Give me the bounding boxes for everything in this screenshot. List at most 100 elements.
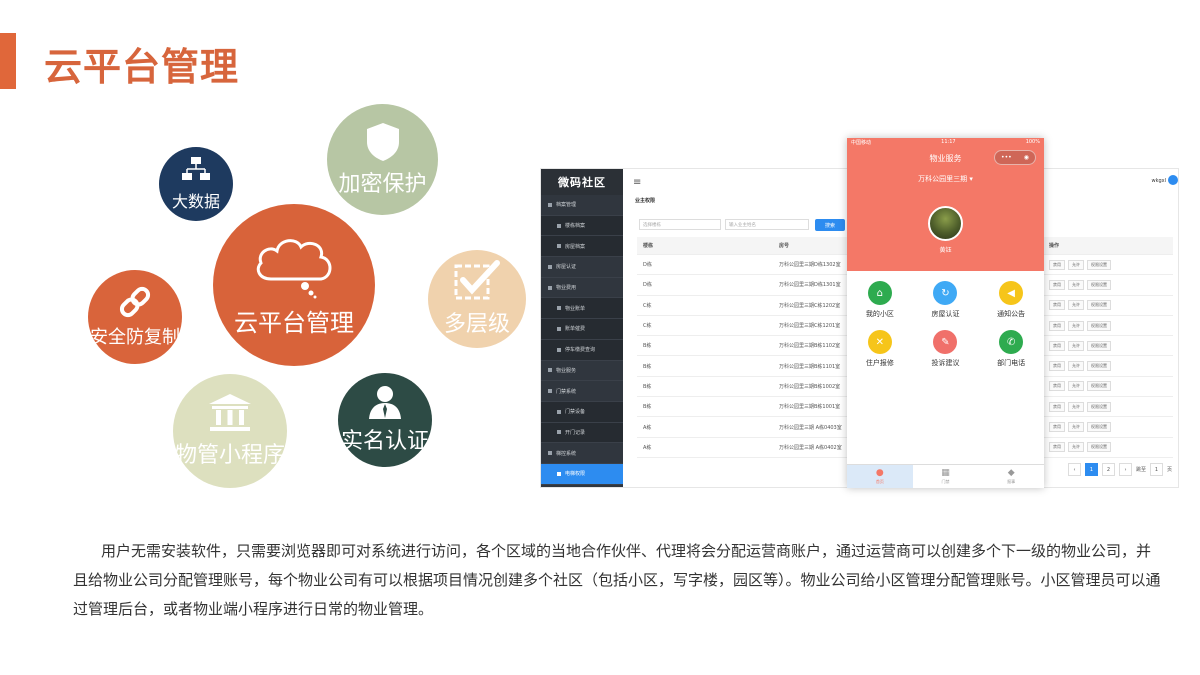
sidebar-item-label: 电梯权限: [565, 471, 586, 478]
drop-icon: ◆: [1007, 468, 1015, 478]
col-actions: 操作: [1049, 243, 1060, 249]
row-action-button[interactable]: 禁用: [1049, 340, 1065, 351]
row-action-button[interactable]: 禁用: [1049, 401, 1065, 412]
sidebar-item[interactable]: 开门记录: [541, 422, 623, 444]
bank-building-icon: [208, 393, 252, 437]
row-action-button[interactable]: 禁用: [1049, 259, 1065, 270]
service-item[interactable]: ✕ 住户报修: [847, 330, 913, 368]
sidebar-item-label: 房屋档案: [565, 243, 586, 250]
row-action-button[interactable]: 权限设置: [1087, 442, 1111, 453]
row-action-button[interactable]: 权限设置: [1087, 259, 1111, 270]
row-action-button[interactable]: 禁用: [1049, 361, 1065, 372]
row-action-button[interactable]: 权限设置: [1087, 401, 1111, 412]
circle-miniapp: 物管小程序: [173, 374, 287, 488]
home-icon: ⌂: [867, 281, 892, 305]
service-item[interactable]: ⌂ 我的小区: [847, 281, 913, 319]
row-action-button[interactable]: 允许: [1068, 320, 1084, 331]
row-action-button[interactable]: 允许: [1068, 361, 1084, 372]
community-selector[interactable]: 万科公园里三期 ▾: [847, 174, 1044, 184]
page-2-button[interactable]: 2: [1101, 463, 1115, 476]
goto-label: 跳至: [1135, 467, 1146, 473]
row-action-button[interactable]: 禁用: [1049, 320, 1065, 331]
page-1-button[interactable]: 1: [1084, 463, 1098, 476]
row-action-button[interactable]: 允许: [1068, 422, 1084, 433]
service-item[interactable]: ✎ 投诉建议: [913, 330, 979, 368]
carrier: 中国移动: [851, 140, 872, 146]
cell-building: C栋: [643, 323, 652, 330]
row-action-button[interactable]: 权限设置: [1087, 340, 1111, 351]
folder-icon: [557, 306, 561, 311]
circle-cloud: 云平台管理: [213, 204, 375, 366]
user-circle-icon: ●: [875, 468, 884, 478]
next-page-button[interactable]: ›: [1118, 463, 1132, 476]
row-action-button[interactable]: 禁用: [1049, 279, 1065, 290]
row-action-button[interactable]: 禁用: [1049, 381, 1065, 392]
sidebar-item-label: 物业账单: [565, 305, 586, 312]
row-action-button[interactable]: 权限设置: [1087, 422, 1111, 433]
avatar[interactable]: [1168, 175, 1178, 185]
more-icon[interactable]: •••: [1001, 154, 1012, 161]
sidebar-item[interactable]: 物业服务: [541, 361, 623, 382]
sidebar-item[interactable]: 物业费用: [541, 278, 623, 299]
row-action-button[interactable]: 允许: [1068, 340, 1084, 351]
row-action-button[interactable]: 禁用: [1049, 300, 1065, 311]
sidebar-item[interactable]: 楼栋档案: [541, 215, 623, 237]
row-action-button[interactable]: 禁用: [1049, 442, 1065, 453]
service-item[interactable]: ↻ 房屋认证: [913, 281, 979, 319]
sidebar-item[interactable]: 账单催费: [541, 319, 623, 340]
sidebar-item[interactable]: 门禁系统: [541, 381, 623, 402]
capsule-menu[interactable]: ••• ◉: [994, 150, 1036, 165]
sidebar-item[interactable]: 物业账单: [541, 298, 623, 320]
service-item[interactable]: ◀ 通知公告: [978, 281, 1044, 319]
sidebar-item-label: 账单催费: [565, 326, 586, 333]
row-action-button[interactable]: 允许: [1068, 300, 1084, 311]
tab-label: 报事: [1007, 479, 1016, 484]
row-action-button[interactable]: 允许: [1068, 279, 1084, 290]
row-action-button[interactable]: 允许: [1068, 442, 1084, 453]
service-grid: ⌂ 我的小区 ↻ 房屋认证 ◀ 通知公告 ✕ 住户报修 ✎ 投诉建议 ✆ 部门电话: [847, 281, 1044, 368]
row-action-button[interactable]: 允许: [1068, 381, 1084, 392]
clock: 11:17: [941, 139, 956, 145]
row-action-button[interactable]: 权限设置: [1087, 300, 1111, 311]
circle-multilevel-label: 多层级: [443, 312, 510, 337]
prev-page-button[interactable]: ‹: [1067, 463, 1081, 476]
row-action-button[interactable]: 权限设置: [1087, 320, 1111, 331]
sidebar-item-label: 梯控系统: [556, 450, 577, 457]
sidebar-item[interactable]: 电梯权限: [541, 463, 623, 485]
close-target-icon[interactable]: ◉: [1024, 154, 1029, 161]
row-action-button[interactable]: 权限设置: [1087, 381, 1111, 392]
row-action-button[interactable]: 权限设置: [1087, 279, 1111, 290]
shield-icon: [365, 122, 401, 166]
sidebar-item[interactable]: 停车缴费查询: [541, 339, 623, 361]
sidebar-item[interactable]: 档案管理: [541, 195, 623, 216]
circle-multilevel: 多层级: [428, 250, 526, 348]
circle-realname-label: 实名认证: [340, 429, 429, 454]
circle-bigdata-label: 大数据: [171, 192, 220, 211]
sidebar-item[interactable]: 梯控系统: [541, 443, 623, 464]
tab-item[interactable]: ● 首页: [847, 465, 913, 488]
avatar[interactable]: [928, 206, 963, 241]
row-action-button[interactable]: 允许: [1068, 401, 1084, 412]
phone-header: 中国移动 11:17 100% 物业服务 ••• ◉ 万科公园里三期 ▾ 黄钰: [847, 138, 1044, 271]
row-action-button[interactable]: 禁用: [1049, 422, 1065, 433]
building-select[interactable]: 选择楼栋: [639, 219, 721, 230]
owner-name-input[interactable]: 输入业主姓名: [725, 219, 809, 230]
row-action-button[interactable]: 允许: [1068, 259, 1084, 270]
circle-miniapp-label: 物管小程序: [174, 443, 285, 468]
sidebar-item[interactable]: 房屋认证: [541, 257, 623, 278]
folder-icon: [557, 409, 561, 414]
sidebar-item-label: 门禁系统: [556, 388, 577, 395]
admin-user-name[interactable]: wkgxl: [1151, 178, 1166, 184]
sidebar-item[interactable]: 房屋档案: [541, 236, 623, 258]
cell-actions: 禁用 允许 权限设置: [1049, 340, 1173, 351]
tab-item[interactable]: ▦ 门禁: [913, 465, 979, 488]
row-action-button[interactable]: 权限设置: [1087, 361, 1111, 372]
tab-item[interactable]: ◆ 报事: [978, 465, 1044, 488]
hamburger-menu-icon[interactable]: ≡: [633, 177, 641, 188]
service-item[interactable]: ✆ 部门电话: [978, 330, 1044, 368]
sidebar-item-label: 楼栋档案: [565, 223, 586, 230]
search-button[interactable]: 搜索: [815, 219, 845, 231]
sidebar-item[interactable]: 门禁设备: [541, 401, 623, 423]
sidebar-item-label: 档案管理: [556, 202, 577, 209]
goto-page-input[interactable]: 1: [1149, 463, 1163, 476]
